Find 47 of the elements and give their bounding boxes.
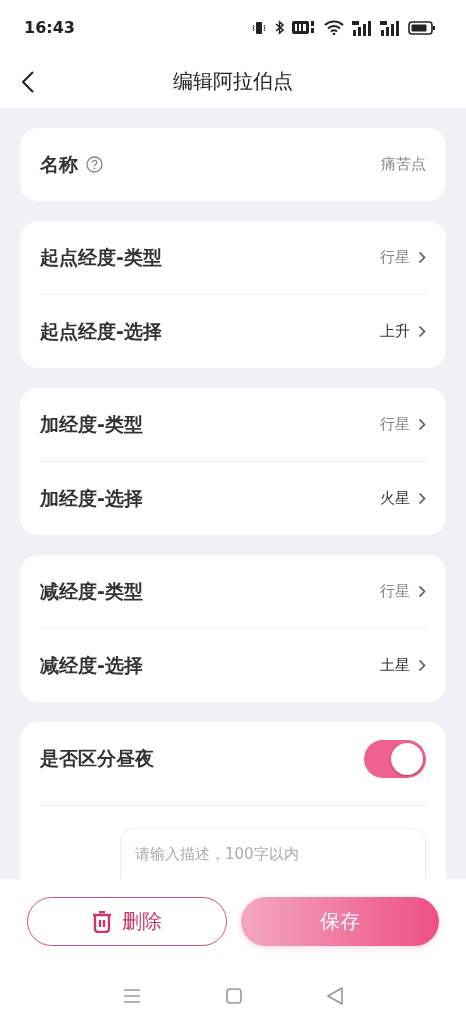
- signal-icon: [352, 19, 372, 36]
- field-label: 起点经度-选择: [40, 318, 162, 344]
- chevron-right-icon: [418, 492, 426, 505]
- field-value: 火星: [380, 489, 410, 508]
- bluetooth-icon: [275, 20, 284, 35]
- menu-icon: [122, 989, 141, 1003]
- description-field[interactable]: 请输入描述，100字以内: [120, 828, 426, 879]
- picker-row[interactable]: 起点经度-选择 上升: [40, 294, 426, 368]
- delete-button[interactable]: 删除: [27, 897, 227, 946]
- chevron-right-icon: [418, 418, 426, 431]
- field-value: 行星: [380, 582, 410, 601]
- field-value: 行星: [380, 415, 410, 434]
- picker-row[interactable]: 加经度-类型 行星: [40, 388, 426, 461]
- field-label: 是否区分昼夜: [40, 745, 154, 771]
- square-icon: [226, 988, 242, 1004]
- menu-button[interactable]: [122, 989, 141, 1003]
- chevron-right-icon: [418, 251, 426, 264]
- field-label: 减经度-选择: [40, 652, 143, 678]
- battery-icon: [408, 20, 436, 35]
- chevron-right-icon: [418, 659, 426, 672]
- field-label: 减经度-类型: [40, 578, 143, 604]
- back-icon: [22, 71, 34, 93]
- vibrate-icon: [251, 19, 267, 36]
- field-label: 加经度-类型: [40, 411, 143, 437]
- page-title: 编辑阿拉伯点: [173, 68, 293, 95]
- trash-icon: [92, 910, 112, 933]
- hd-voice-icon: [292, 20, 316, 35]
- picker-row[interactable]: 加经度-选择 火星: [40, 461, 426, 535]
- field-value: 上升: [380, 322, 410, 341]
- field-label: 加经度-选择: [40, 485, 143, 511]
- signal-icon: [380, 19, 400, 36]
- clock-time: 16:43: [24, 18, 75, 37]
- field-value: 行星: [380, 248, 410, 267]
- field-value: 土星: [380, 656, 410, 675]
- help-icon: [86, 156, 103, 173]
- toggle-switch[interactable]: [364, 739, 426, 778]
- field-label: 名称: [40, 151, 78, 177]
- triangle-back-icon: [327, 987, 344, 1005]
- home-button[interactable]: [226, 988, 242, 1004]
- wifi-icon: [324, 20, 344, 35]
- chevron-right-icon: [418, 585, 426, 598]
- back-nav-button[interactable]: [327, 987, 344, 1005]
- picker-row[interactable]: 起点经度-类型 行星: [40, 221, 426, 294]
- picker-row[interactable]: 减经度-选择 土星: [40, 628, 426, 702]
- picker-row[interactable]: 减经度-类型 行星: [40, 555, 426, 628]
- field-label: 起点经度-类型: [40, 244, 162, 270]
- chevron-right-icon: [418, 325, 426, 338]
